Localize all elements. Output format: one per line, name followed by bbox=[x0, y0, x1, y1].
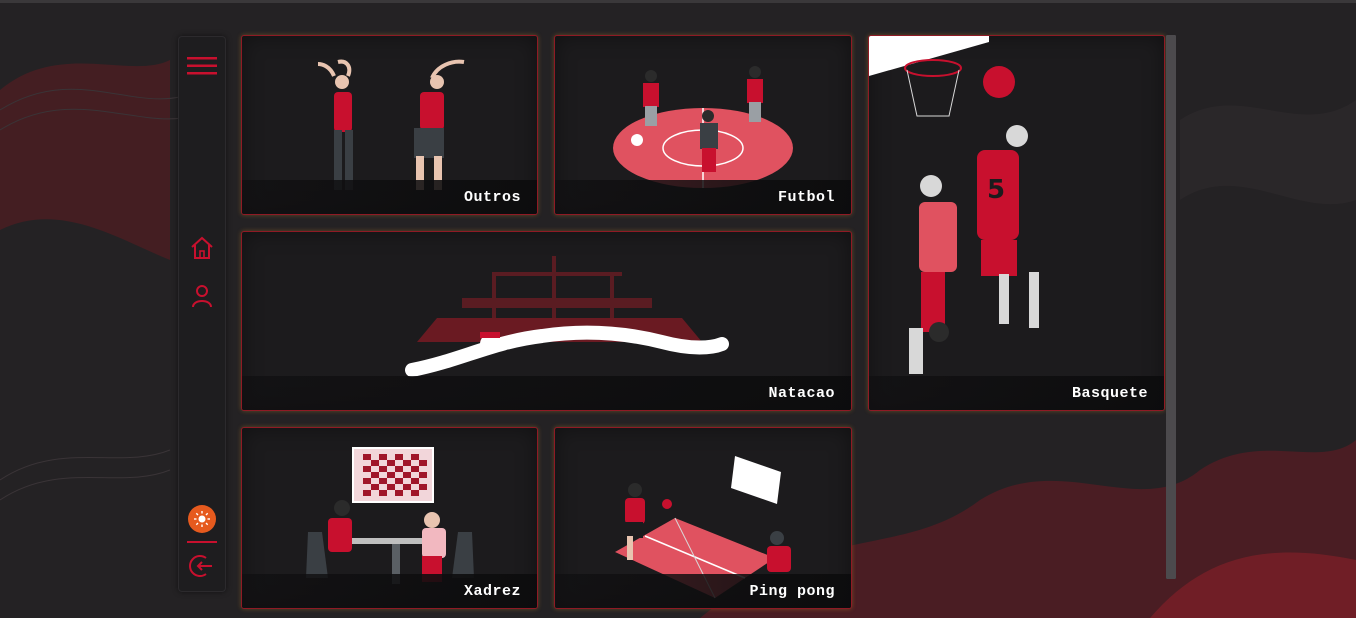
card-label: Futbol bbox=[777, 189, 835, 206]
nav-home-button[interactable] bbox=[186, 232, 218, 264]
card-label: Ping pong bbox=[749, 583, 835, 600]
logout-button[interactable] bbox=[186, 550, 218, 582]
sport-card-basquete[interactable]: 5 Basquete bbox=[868, 35, 1165, 411]
user-icon bbox=[192, 285, 212, 308]
home-icon bbox=[191, 236, 213, 259]
sport-card-xadrez[interactable]: Xadrez bbox=[241, 427, 538, 609]
card-label: Natacao bbox=[768, 385, 835, 402]
sport-card-futbol[interactable]: Futbol bbox=[554, 35, 852, 215]
sport-card-outros[interactable]: Outros bbox=[241, 35, 538, 215]
card-label: Outros bbox=[463, 189, 521, 206]
hamburger-menu-icon bbox=[187, 57, 217, 75]
nav-user-button[interactable] bbox=[186, 280, 218, 312]
svg-text:5: 5 bbox=[987, 175, 1005, 205]
theme-toggle-circle bbox=[188, 505, 216, 533]
sport-card-natacao[interactable]: Natacao bbox=[241, 231, 852, 411]
logout-icon bbox=[189, 555, 212, 577]
sport-card-pingpong[interactable]: Ping pong bbox=[554, 427, 852, 609]
scrollbar-thumb[interactable] bbox=[1166, 35, 1176, 579]
theme-toggle-button[interactable] bbox=[186, 503, 218, 535]
sun-icon bbox=[194, 511, 210, 527]
sidebar bbox=[178, 36, 226, 592]
card-label-bar bbox=[242, 376, 851, 410]
basketball-illustration: 5 bbox=[869, 36, 1039, 374]
card-label: Basquete bbox=[1071, 385, 1148, 402]
card-label: Xadrez bbox=[463, 583, 521, 600]
sidebar-divider bbox=[187, 541, 217, 543]
menu-button[interactable] bbox=[186, 50, 218, 82]
